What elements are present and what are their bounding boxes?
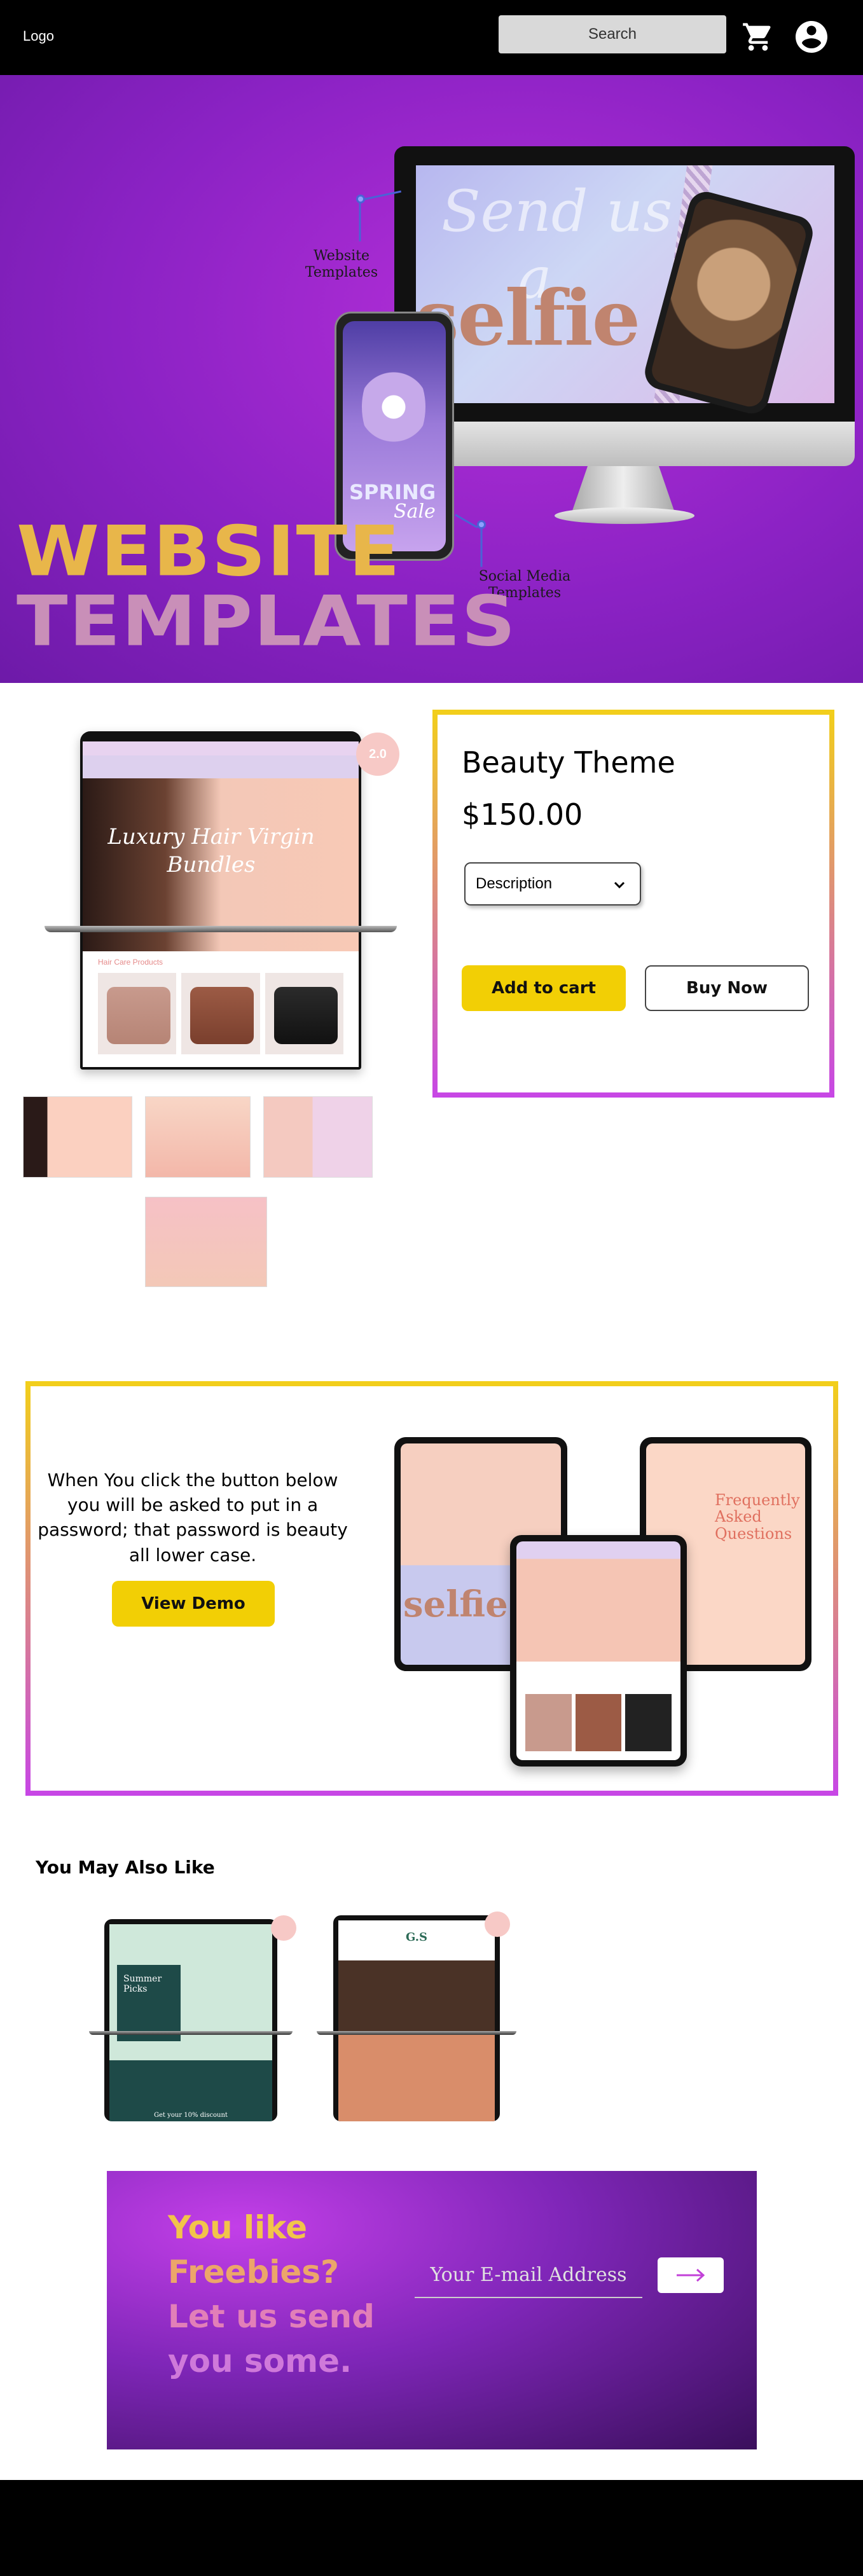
- callout-line-social-stem: [480, 528, 483, 567]
- footer: [0, 2480, 863, 2576]
- product-jar-image: [265, 973, 343, 1054]
- buy-now-button[interactable]: Buy Now: [645, 965, 809, 1011]
- arrow-right-icon: [677, 2268, 705, 2282]
- thumbnail-1[interactable]: [23, 1096, 132, 1178]
- version-badge: 2.0: [356, 733, 399, 776]
- related-card-1-footer-text: Get your 10% discount: [154, 2112, 228, 2119]
- tablet-center-screen: [516, 1541, 680, 1760]
- preview-product-row: [83, 973, 359, 1054]
- tablet-selfie-text: selfie: [403, 1583, 508, 1625]
- demo-card: When You click the button below you will…: [25, 1381, 838, 1796]
- related-card-1-screen: Summer Picks Get your 10% discount: [109, 1924, 272, 2121]
- thumbnail-3[interactable]: [263, 1096, 373, 1178]
- demo-card-body: When You click the button below you will…: [31, 1386, 833, 1791]
- you-may-also-like-heading: You May Also Like: [36, 1857, 215, 1878]
- laptop-base: [45, 926, 397, 932]
- view-demo-button[interactable]: View Demo: [112, 1581, 275, 1627]
- description-dropdown-label: Description: [476, 875, 553, 892]
- email-input[interactable]: [415, 2252, 642, 2298]
- related-product-card-2[interactable]: G.S: [333, 1915, 500, 2121]
- callout-dot-social: [477, 520, 486, 529]
- related-card-2-logo: G.S: [406, 1931, 427, 1944]
- account-circle-icon[interactable]: [792, 18, 831, 56]
- thumbnail-4[interactable]: [145, 1197, 267, 1287]
- product-jar-image: [98, 973, 177, 1054]
- top-navigation-bar: Logo Search: [0, 0, 863, 75]
- related-product-card-1[interactable]: Summer Picks Get your 10% discount: [104, 1919, 277, 2121]
- product-card: Beauty Theme $150.00 Description Add to …: [432, 710, 834, 1098]
- hero-title-website: WEBSITE: [17, 511, 401, 592]
- product-jar-image: [575, 1694, 622, 1751]
- monitor-stand: [572, 466, 674, 511]
- monitor-chin: [394, 422, 855, 466]
- related-card-1-title: Summer Picks: [117, 1965, 181, 2041]
- related-card-2-screen: G.S: [338, 1920, 495, 2121]
- related-card-2-base: [317, 2031, 516, 2035]
- thumbnail-2[interactable]: [145, 1096, 251, 1178]
- product-title: Beauty Theme: [462, 745, 675, 780]
- tablet-mockup-center: [510, 1535, 687, 1767]
- related-card-1-footer-band: Get your 10% discount: [109, 2060, 272, 2121]
- tablet-product-row: [525, 1694, 672, 1751]
- product-jar-image: [625, 1694, 672, 1751]
- callout-line-social: [455, 514, 478, 528]
- preview-nav: [83, 755, 359, 778]
- product-card-body: Beauty Theme $150.00 Description Add to …: [438, 715, 829, 1092]
- hero-title-templates: TEMPLATES: [17, 581, 517, 662]
- monitor-base: [555, 507, 694, 524]
- send-email-button[interactable]: [658, 2257, 724, 2293]
- description-dropdown[interactable]: Description: [464, 862, 641, 906]
- product-preview-laptop: Luxury Hair Virgin Bundles Hair Care Pro…: [80, 731, 361, 1070]
- chevron-down-icon: [614, 881, 625, 889]
- newsletter-line-4: you some.: [168, 2343, 352, 2380]
- product-jar-image: [525, 1694, 572, 1751]
- search-button[interactable]: Search: [499, 15, 726, 53]
- newsletter-line-1: You like: [168, 2209, 308, 2246]
- tablet-faq-text: Frequently Asked Questions: [715, 1491, 800, 1543]
- product-jar-image: [181, 973, 260, 1054]
- newsletter-line-2: Freebies?: [168, 2254, 340, 2290]
- flower-wreath-image: [362, 359, 425, 455]
- demo-instructions: When You click the button below you will…: [38, 1470, 348, 1566]
- newsletter-banner: You like Freebies? Let us send you some.: [107, 2171, 757, 2449]
- related-card-1-base: [89, 2031, 293, 2035]
- related-card-2-badge: [485, 1911, 510, 1937]
- preview-hero-text: Luxury Hair Virgin Bundles: [107, 824, 315, 878]
- site-logo[interactable]: Logo: [23, 28, 54, 45]
- preview-announcement-bar: [83, 741, 359, 755]
- preview-section-label: Hair Care Products: [98, 958, 163, 967]
- product-price: $150.00: [462, 797, 583, 832]
- add-to-cart-button[interactable]: Add to cart: [462, 965, 626, 1011]
- callout-website-templates: Website Templates: [305, 248, 378, 281]
- newsletter-line-3: Let us send: [168, 2298, 375, 2335]
- related-card-1-badge: [271, 1915, 296, 1941]
- callout-line-website-stem: [359, 203, 361, 242]
- hero-banner: Send us a selfie SPRING Sale Website Temp…: [0, 75, 863, 683]
- cart-icon[interactable]: [742, 20, 775, 53]
